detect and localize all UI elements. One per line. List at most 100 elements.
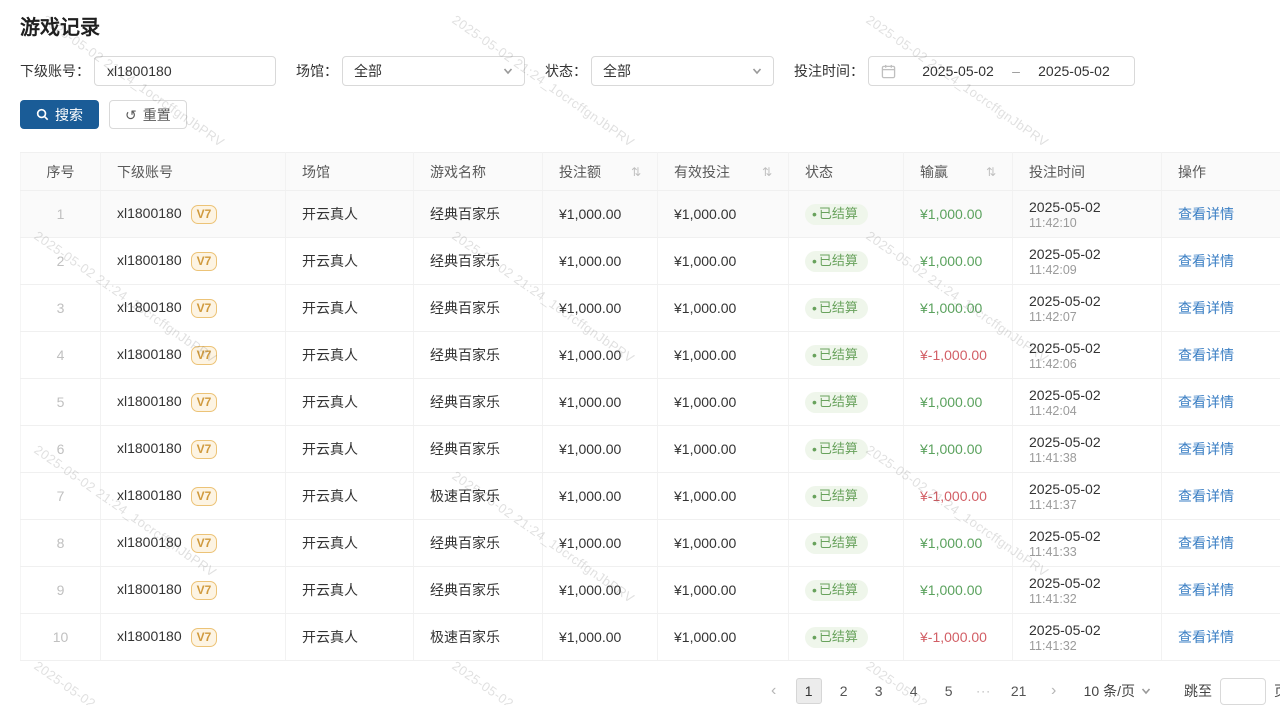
cell-win: ¥-1,000.00 bbox=[904, 614, 1013, 661]
status-select[interactable]: 全部 bbox=[591, 56, 774, 86]
cell-status: •已结算 bbox=[789, 473, 904, 520]
table-row: 3 xl1800180V7 开云真人 经典百家乐 ¥1,000.00 ¥1,00… bbox=[21, 285, 1280, 332]
cell-time: 2025-05-0211:42:04 bbox=[1013, 379, 1162, 426]
venue-select[interactable]: 全部 bbox=[342, 56, 525, 86]
page-button-4[interactable]: 4 bbox=[901, 678, 927, 704]
cell-bet: ¥1,000.00 bbox=[543, 238, 658, 285]
cell-game: 经典百家乐 bbox=[414, 520, 543, 567]
cell-account: xl1800180V7 bbox=[101, 426, 286, 473]
cell-bet: ¥1,000.00 bbox=[543, 520, 658, 567]
cell-time: 2025-05-0211:42:09 bbox=[1013, 238, 1162, 285]
win-amount: ¥1,000.00 bbox=[920, 535, 982, 551]
sort-icon[interactable]: ⇅ bbox=[762, 165, 772, 179]
view-details-link[interactable]: 查看详情 bbox=[1178, 394, 1234, 410]
page-ellipsis[interactable]: ··· bbox=[971, 678, 997, 704]
cell-game: 经典百家乐 bbox=[414, 379, 543, 426]
bet-time: 11:41:32 bbox=[1029, 639, 1145, 654]
view-details-link[interactable]: 查看详情 bbox=[1178, 629, 1234, 645]
date-end-value[interactable]: 2025-05-02 bbox=[1026, 63, 1122, 79]
next-page-button[interactable]: › bbox=[1041, 678, 1067, 704]
header-bet[interactable]: 投注额⇅ bbox=[543, 153, 658, 191]
vip-level-badge: V7 bbox=[191, 252, 218, 271]
cell-action: 查看详情 bbox=[1162, 238, 1280, 285]
search-button-label: 搜索 bbox=[55, 105, 83, 125]
jump-label: 跳至 bbox=[1184, 681, 1212, 701]
view-details-link[interactable]: 查看详情 bbox=[1178, 441, 1234, 457]
date-range-picker[interactable]: 2025-05-02 – 2025-05-02 bbox=[868, 56, 1135, 86]
cell-win: ¥-1,000.00 bbox=[904, 473, 1013, 520]
bet-date: 2025-05-02 bbox=[1029, 198, 1145, 216]
cell-win: ¥-1,000.00 bbox=[904, 332, 1013, 379]
view-details-link[interactable]: 查看详情 bbox=[1178, 253, 1234, 269]
page-button-1[interactable]: 1 bbox=[796, 678, 822, 704]
cell-venue: 开云真人 bbox=[286, 379, 414, 426]
cell-seq: 7 bbox=[21, 473, 101, 520]
header-venue: 场馆 bbox=[286, 153, 414, 191]
view-details-link[interactable]: 查看详情 bbox=[1178, 300, 1234, 316]
status-badge: •已结算 bbox=[805, 486, 868, 507]
cell-valid: ¥1,000.00 bbox=[658, 520, 789, 567]
status-dot-icon: • bbox=[812, 582, 817, 598]
bet-time: 11:42:04 bbox=[1029, 404, 1145, 419]
status-dot-icon: • bbox=[812, 629, 817, 645]
page-button-last[interactable]: 21 bbox=[1006, 678, 1032, 704]
calendar-icon bbox=[881, 64, 896, 79]
table-row: 9 xl1800180V7 开云真人 经典百家乐 ¥1,000.00 ¥1,00… bbox=[21, 567, 1280, 614]
table-header: 序号 下级账号 场馆 游戏名称 投注额⇅ 有效投注⇅ 状态 输赢⇅ 投注时间 操… bbox=[21, 153, 1280, 191]
chevron-down-icon bbox=[1141, 686, 1151, 696]
status-dot-icon: • bbox=[812, 394, 817, 410]
table-row: 10 xl1800180V7 开云真人 极速百家乐 ¥1,000.00 ¥1,0… bbox=[21, 614, 1280, 661]
prev-page-button[interactable]: ‹ bbox=[761, 678, 787, 704]
jump-suffix: 页 bbox=[1274, 681, 1280, 701]
cell-seq: 1 bbox=[21, 191, 101, 238]
status-badge: •已结算 bbox=[805, 439, 868, 460]
view-details-link[interactable]: 查看详情 bbox=[1178, 488, 1234, 504]
header-valid[interactable]: 有效投注⇅ bbox=[658, 153, 789, 191]
filter-actions: 搜索 ↺ 重置 bbox=[20, 100, 1280, 129]
cell-status: •已结算 bbox=[789, 426, 904, 473]
cell-valid: ¥1,000.00 bbox=[658, 379, 789, 426]
header-win[interactable]: 输赢⇅ bbox=[904, 153, 1013, 191]
search-button[interactable]: 搜索 bbox=[20, 100, 99, 129]
cell-status: •已结算 bbox=[789, 614, 904, 661]
view-details-link[interactable]: 查看详情 bbox=[1178, 206, 1234, 222]
bet-date: 2025-05-02 bbox=[1029, 433, 1145, 451]
cell-valid: ¥1,000.00 bbox=[658, 567, 789, 614]
cell-seq: 10 bbox=[21, 614, 101, 661]
sort-icon[interactable]: ⇅ bbox=[986, 165, 996, 179]
status-dot-icon: • bbox=[812, 535, 817, 551]
cell-win: ¥1,000.00 bbox=[904, 520, 1013, 567]
venue-selected-value: 全部 bbox=[354, 61, 382, 81]
cell-action: 查看详情 bbox=[1162, 520, 1280, 567]
reset-button[interactable]: ↺ 重置 bbox=[109, 100, 187, 129]
cell-status: •已结算 bbox=[789, 332, 904, 379]
cell-venue: 开云真人 bbox=[286, 614, 414, 661]
view-details-link[interactable]: 查看详情 bbox=[1178, 535, 1234, 551]
chevron-down-icon bbox=[752, 66, 762, 76]
jump-page-input[interactable] bbox=[1220, 678, 1266, 705]
account-input-wrap bbox=[94, 56, 276, 86]
page-size-select[interactable]: 10 条/页 bbox=[1084, 681, 1151, 701]
header-seq: 序号 bbox=[21, 153, 101, 191]
cell-bet: ¥1,000.00 bbox=[543, 426, 658, 473]
cell-win: ¥1,000.00 bbox=[904, 379, 1013, 426]
page-button-2[interactable]: 2 bbox=[831, 678, 857, 704]
bet-date: 2025-05-02 bbox=[1029, 386, 1145, 404]
sort-icon[interactable]: ⇅ bbox=[631, 165, 641, 179]
date-separator: – bbox=[1006, 63, 1026, 79]
page-button-3[interactable]: 3 bbox=[866, 678, 892, 704]
cell-bet: ¥1,000.00 bbox=[543, 191, 658, 238]
cell-bet: ¥1,000.00 bbox=[543, 379, 658, 426]
date-start-value[interactable]: 2025-05-02 bbox=[910, 63, 1006, 79]
view-details-link[interactable]: 查看详情 bbox=[1178, 582, 1234, 598]
status-badge: •已结算 bbox=[805, 580, 868, 601]
filter-bar: 下级账号： 场馆： 全部 状态： 全部 投注时间： 2025-05-02 – 2… bbox=[20, 56, 1280, 86]
records-table: 序号 下级账号 场馆 游戏名称 投注额⇅ 有效投注⇅ 状态 输赢⇅ 投注时间 操… bbox=[20, 152, 1280, 661]
win-amount: ¥1,000.00 bbox=[920, 300, 982, 316]
status-badge: •已结算 bbox=[805, 251, 868, 272]
bet-date: 2025-05-02 bbox=[1029, 574, 1145, 592]
page-button-5[interactable]: 5 bbox=[936, 678, 962, 704]
account-input[interactable] bbox=[95, 57, 277, 85]
cell-seq: 5 bbox=[21, 379, 101, 426]
view-details-link[interactable]: 查看详情 bbox=[1178, 347, 1234, 363]
